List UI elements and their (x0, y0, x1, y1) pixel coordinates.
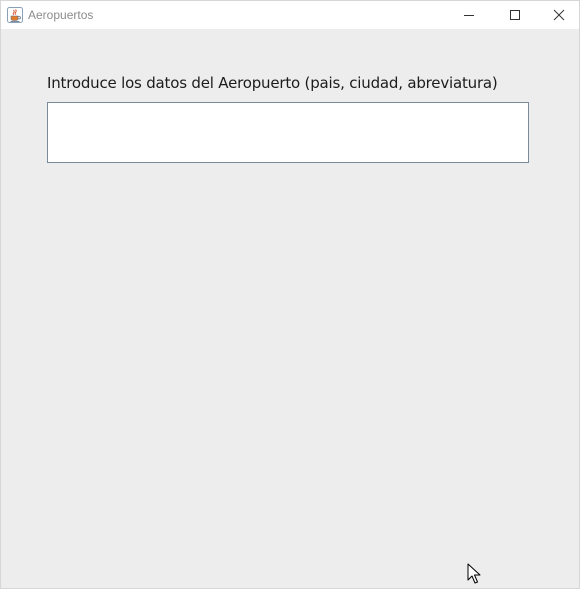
java-cup-icon (7, 7, 23, 23)
airport-data-prompt: Introduce los datos del Aeropuerto (pais… (47, 74, 498, 92)
airport-data-input[interactable] (47, 102, 529, 163)
maximize-button[interactable] (492, 1, 538, 29)
title-bar[interactable]: Aeropuertos (1, 1, 579, 29)
window-title: Aeropuertos (28, 8, 94, 22)
mouse-pointer-icon (467, 563, 481, 585)
close-icon (553, 9, 565, 21)
minimize-icon (463, 9, 475, 21)
app-window: Aeropuertos Introduce los datos del Aero… (0, 0, 580, 589)
close-button[interactable] (536, 1, 580, 29)
maximize-icon (509, 9, 521, 21)
minimize-button[interactable] (446, 1, 492, 29)
